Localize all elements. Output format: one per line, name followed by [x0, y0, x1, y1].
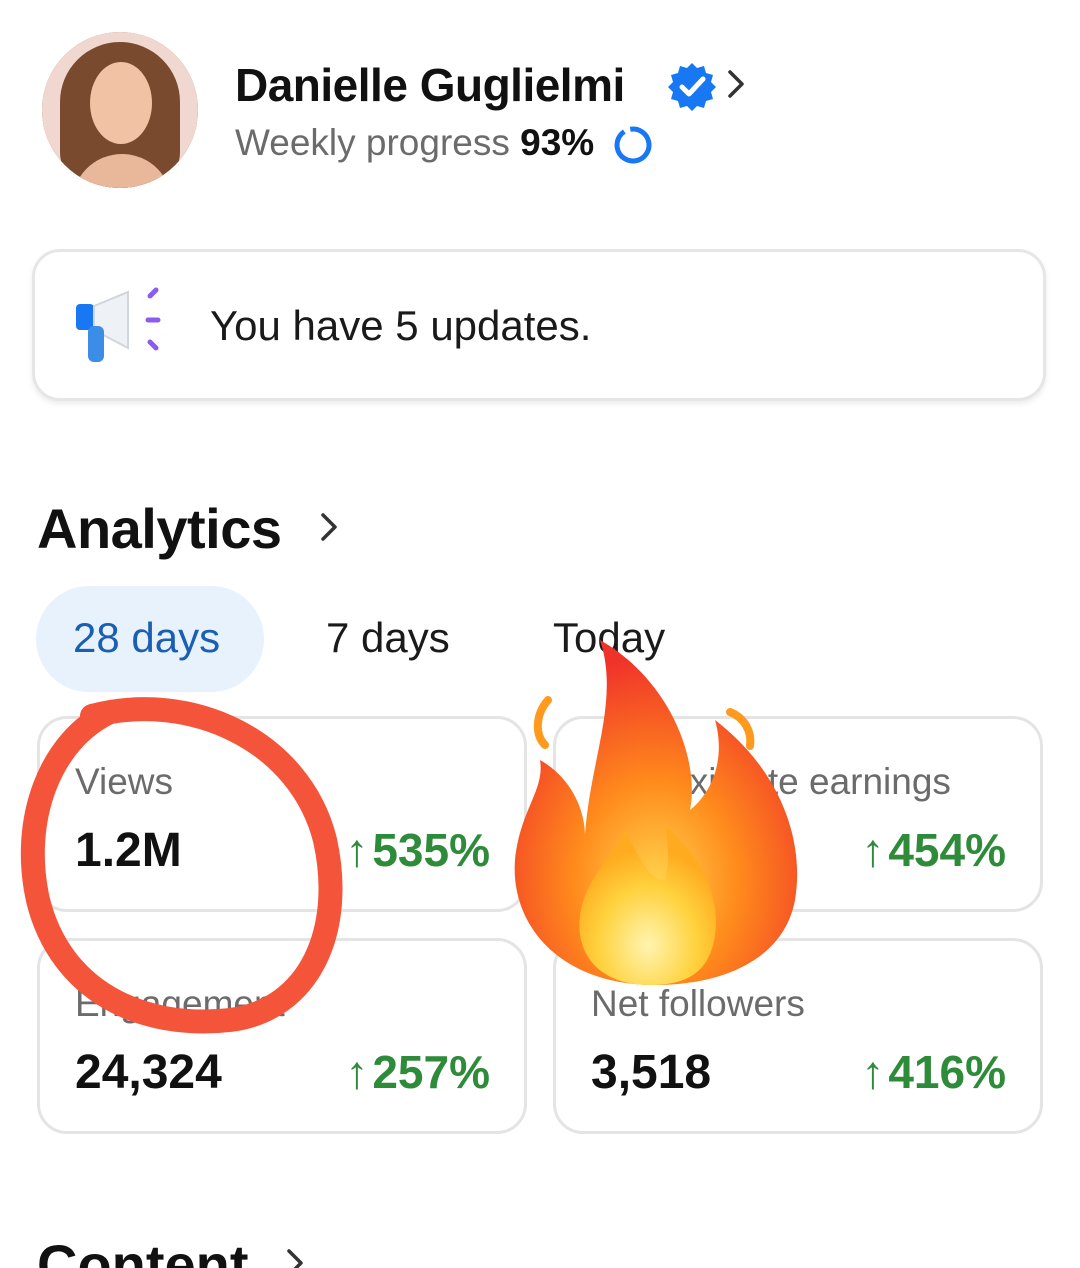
- content-title[interactable]: Content: [37, 1232, 249, 1268]
- progress-ring-icon: [614, 126, 652, 164]
- metric-change-value: 454%: [888, 824, 1006, 876]
- arrow-up-icon: ↑: [345, 1046, 369, 1098]
- analytics-chevron-right-icon[interactable]: [318, 510, 340, 544]
- metric-change: ↑416%: [861, 1045, 1006, 1099]
- arrow-up-icon: ↑: [345, 824, 369, 876]
- tab-today[interactable]: Today: [553, 614, 665, 662]
- metric-label: Net followers: [591, 983, 805, 1024]
- arrow-up-icon: ↑: [861, 824, 885, 876]
- analytics-title[interactable]: Analytics: [37, 496, 282, 561]
- weekly-progress: Weekly progress 93%: [235, 122, 594, 164]
- metric-change-value: 257%: [372, 1046, 490, 1098]
- arrow-up-icon: ↑: [861, 1046, 885, 1098]
- metric-value: 24,324: [75, 1046, 222, 1099]
- metric-card-earnings[interactable]: Approximate earnings ↑454%: [553, 716, 1043, 912]
- profile-avatar[interactable]: [42, 32, 198, 188]
- updates-text: You have 5 updates.: [210, 302, 592, 349]
- metric-change: ↑535%: [345, 823, 490, 877]
- metric-card-engagement[interactable]: Engagement 24,324 ↑257%: [37, 938, 527, 1134]
- verified-badge-icon: [668, 63, 716, 111]
- metric-value: 3,518: [591, 1046, 712, 1099]
- profile-chevron-right-icon[interactable]: [724, 66, 748, 102]
- metric-change: ↑257%: [345, 1045, 490, 1099]
- content-chevron-right-icon[interactable]: [284, 1246, 306, 1268]
- weekly-progress-label: Weekly progress: [235, 122, 510, 163]
- metric-change-value: 535%: [372, 824, 490, 876]
- megaphone-icon: [76, 287, 161, 362]
- metric-card-net-followers[interactable]: Net followers 3,518 ↑416%: [553, 938, 1043, 1134]
- metric-card-views[interactable]: Views 1.2M ↑535%: [37, 716, 527, 912]
- screen: Danielle Guglielmi Weekly progress 93% Y…: [0, 0, 1080, 1268]
- metric-value: 1.2M: [75, 824, 182, 877]
- tab-7-days[interactable]: 7 days: [326, 614, 450, 662]
- metric-change: ↑454%: [861, 823, 1006, 877]
- metric-change-value: 416%: [888, 1046, 1006, 1098]
- tab-28-days[interactable]: 28 days: [73, 614, 220, 662]
- metric-label: Views: [75, 761, 174, 802]
- weekly-progress-value: 93%: [520, 122, 595, 163]
- profile-name[interactable]: Danielle Guglielmi: [235, 58, 625, 112]
- metric-label: Approximate earnings: [591, 761, 951, 802]
- metric-label: Engagement: [75, 983, 285, 1024]
